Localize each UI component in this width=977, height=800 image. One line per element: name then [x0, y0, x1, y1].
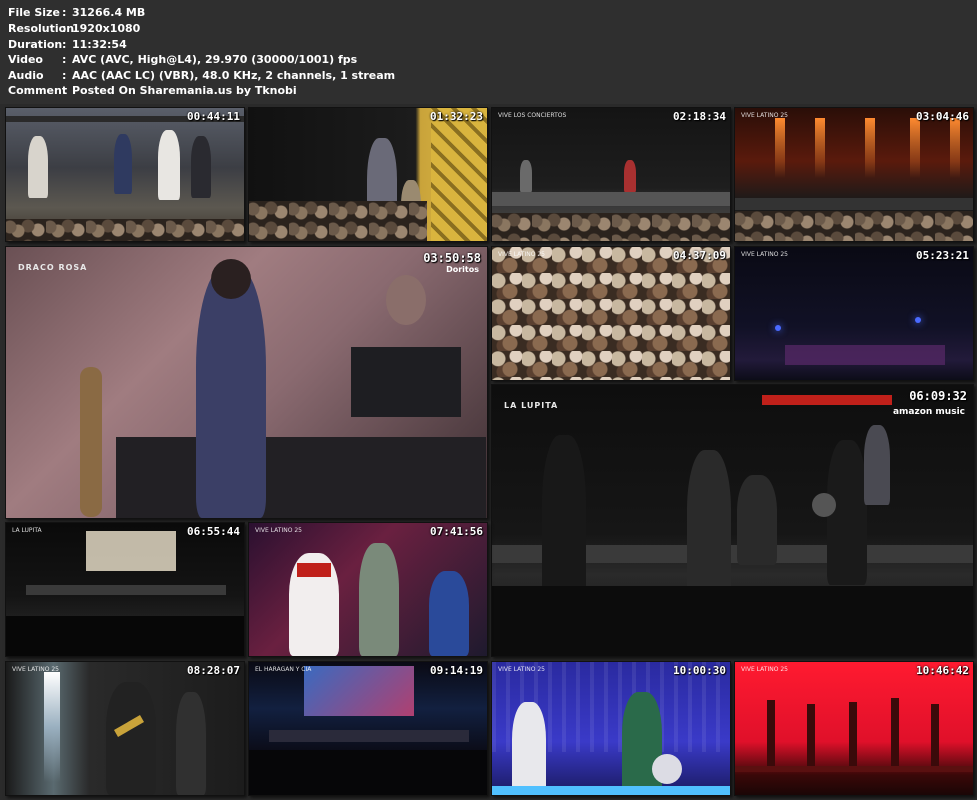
artist-name: DRACO ROSA	[18, 263, 88, 272]
channel-logo: VIVE LATINO 25	[741, 666, 788, 673]
artist-name: LA LUPITA	[504, 401, 559, 410]
info-key: Duration	[8, 38, 63, 51]
thumbnail-10: VIVE LATINO 25 07:41:56	[248, 522, 488, 657]
timestamp: 07:41:56	[430, 525, 483, 538]
channel-logo: VIVE LATINO 25	[741, 251, 788, 258]
info-value: 11:32:54	[72, 38, 127, 51]
thumbnail-13: VIVE LATINO 25 10:00:30	[491, 661, 731, 796]
timestamp: 01:32:23	[430, 110, 483, 123]
thumbnail-3: VIVE LOS CONCIERTOS 02:18:34	[491, 107, 731, 242]
info-separator: :	[62, 38, 67, 51]
info-separator: :	[62, 6, 67, 19]
channel-logo: LA LUPITA	[12, 527, 42, 534]
info-value: Posted On Sharemania.us by Tknobi	[72, 84, 297, 97]
info-key: Comment	[8, 84, 68, 97]
info-value: 1920x1080	[72, 22, 141, 35]
timestamp: 03:50:58	[423, 251, 481, 265]
thumbnail-1: 00:44:11	[5, 107, 245, 242]
info-value: AVC (AVC, High@L4), 29.970 (30000/1001) …	[72, 53, 358, 66]
channel-logo: VIVE LATINO 25	[12, 666, 59, 673]
info-key: File Size	[8, 6, 60, 19]
thumbnail-12: EL HARAGAN Y CIA 09:14:19	[248, 661, 488, 796]
sponsor-logo: Doritos	[446, 265, 479, 274]
timestamp: 06:09:32	[909, 389, 967, 403]
brand-logo: amazon music	[892, 407, 965, 417]
timestamp: 06:55:44	[187, 525, 240, 538]
channel-logo: VIVE LATINO 25	[741, 112, 788, 119]
timestamp: 04:37:09	[673, 249, 726, 262]
thumbnail-2: 01:32:23	[248, 107, 488, 242]
thumbnail-6: VIVE LATINO 25 04:37:09	[491, 246, 731, 381]
thumbnail-8: LA LUPITA 06:09:32 amazon music	[491, 384, 974, 657]
thumbnail-14: VIVE LATINO 25 10:46:42	[734, 661, 974, 796]
thumbnail-9: LA LUPITA 06:55:44	[5, 522, 245, 657]
info-key: Video	[8, 53, 43, 66]
timestamp: 00:44:11	[187, 110, 240, 123]
info-key: Resolution	[8, 22, 75, 35]
timestamp: 10:00:30	[673, 664, 726, 677]
info-value: 31266.4 MB	[72, 6, 146, 19]
channel-logo: VIVE LATINO 25	[498, 666, 545, 673]
timestamp: 09:14:19	[430, 664, 483, 677]
timestamp: 10:46:42	[916, 664, 969, 677]
timestamp: 05:23:21	[916, 249, 969, 262]
info-separator: :	[62, 22, 67, 35]
thumbnail-7: VIVE LATINO 25 05:23:21	[734, 246, 974, 381]
info-separator: :	[62, 53, 67, 66]
timestamp: 03:04:46	[916, 110, 969, 123]
timestamp: 02:18:34	[673, 110, 726, 123]
channel-logo: VIVE LATINO 25	[255, 527, 302, 534]
thumbnail-11: VIVE LATINO 25 08:28:07	[5, 661, 245, 796]
info-value: AAC (AAC LC) (VBR), 48.0 KHz, 2 channels…	[72, 69, 396, 82]
channel-logo: EL HARAGAN Y CIA	[255, 666, 312, 673]
thumbnail-5: DRACO ROSA 03:50:58 Doritos	[5, 246, 488, 519]
timestamp: 08:28:07	[187, 664, 240, 677]
thumbnail-4: VIVE LATINO 25 03:04:46	[734, 107, 974, 242]
info-separator: :	[62, 84, 67, 97]
channel-logo: VIVE LATINO 25	[498, 251, 545, 258]
info-key: Audio	[8, 69, 44, 82]
info-separator: :	[62, 69, 67, 82]
media-info-panel: File Size : 31266.4 MB Resolution : 1920…	[0, 0, 977, 104]
channel-logo: VIVE LOS CONCIERTOS	[498, 112, 567, 119]
